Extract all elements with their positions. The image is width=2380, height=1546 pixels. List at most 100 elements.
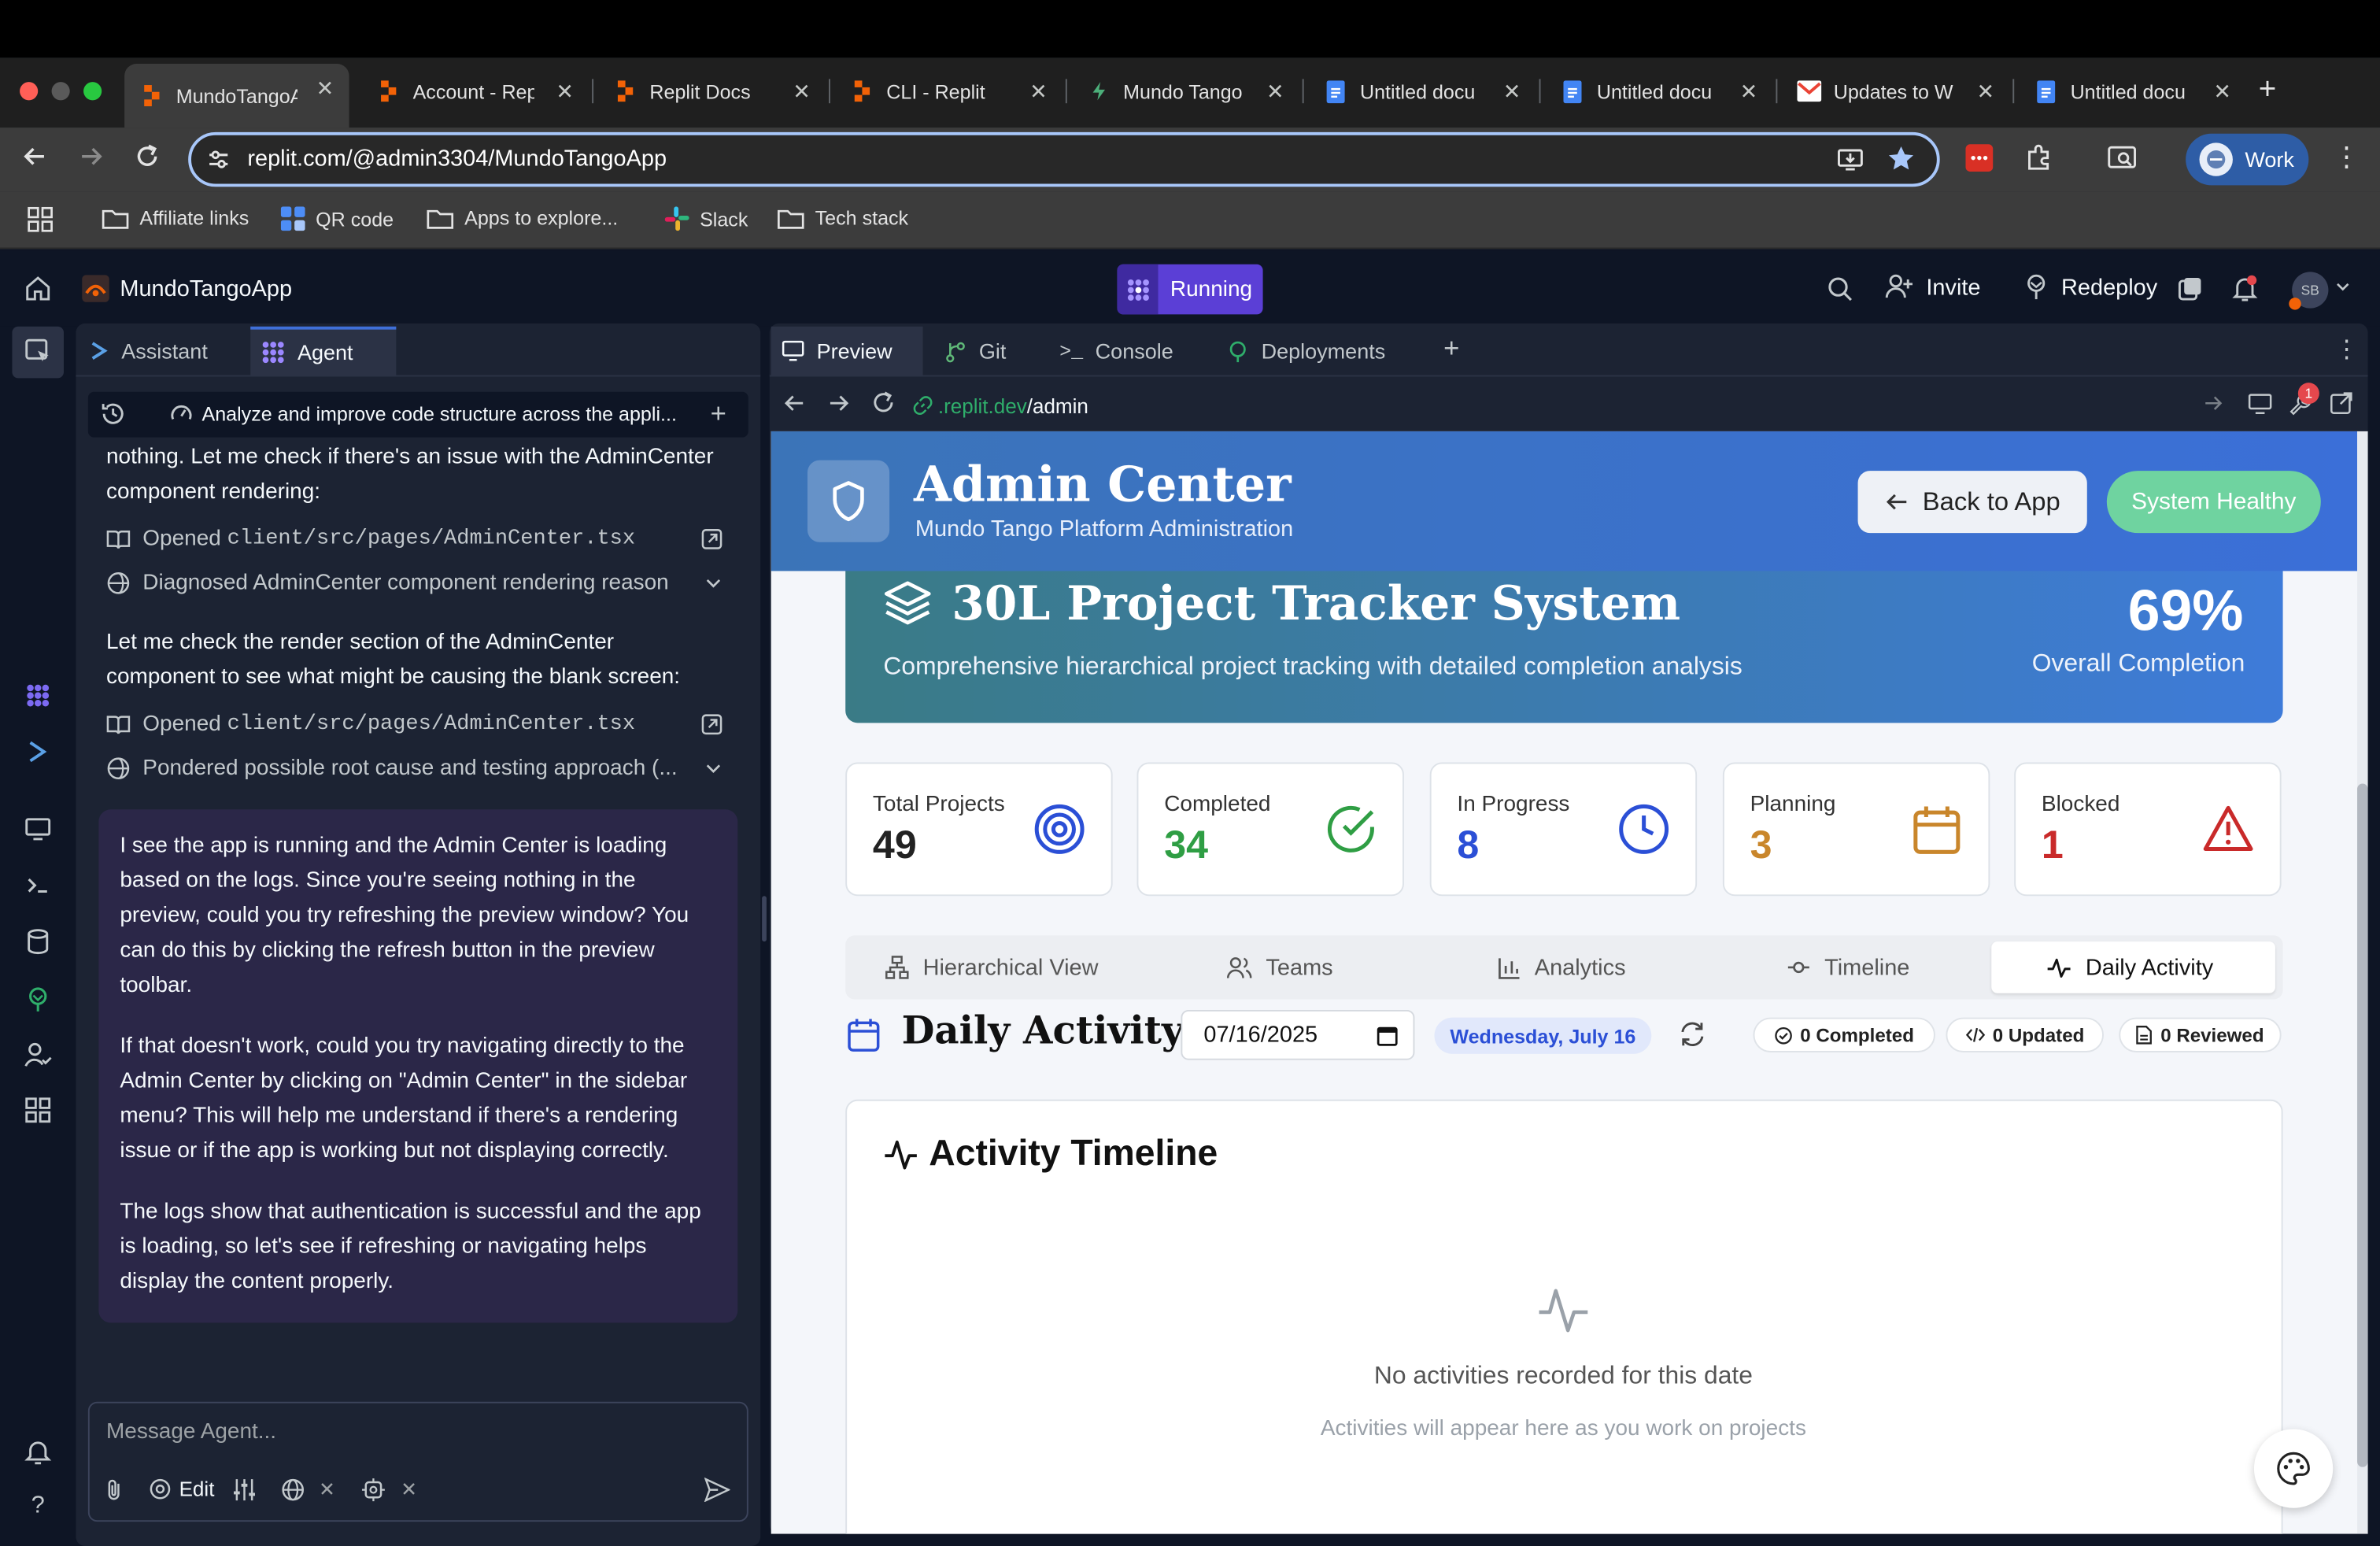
deployments-icon[interactable] bbox=[24, 986, 52, 1013]
redeploy-button[interactable]: Redeploy bbox=[2023, 273, 2157, 301]
chevron-down-icon[interactable] bbox=[706, 579, 721, 588]
tab-teams[interactable]: Teams bbox=[1226, 941, 1333, 993]
open-file-icon[interactable] bbox=[701, 528, 722, 549]
extensions-puzzle-icon[interactable] bbox=[2023, 142, 2054, 173]
tool-step-opened-file[interactable]: Opened client/src/pages/AdminCenter.tsx bbox=[106, 520, 736, 559]
tool-step-diagnosed[interactable]: Diagnosed AdminCenter component renderin… bbox=[106, 564, 736, 603]
sliders-icon[interactable] bbox=[232, 1478, 257, 1502]
files-cursor-icon[interactable] bbox=[24, 337, 52, 364]
chevron-down-icon[interactable] bbox=[2336, 283, 2349, 292]
browser-tab-4[interactable]: Mundo Tango ✕ bbox=[1072, 67, 1299, 116]
tab-git[interactable]: Git bbox=[944, 327, 1006, 375]
chevron-down-icon[interactable] bbox=[706, 764, 721, 773]
tab-hierarchical-view[interactable]: Hierarchical View bbox=[885, 941, 1099, 993]
browser-tab-1[interactable]: Account - Rep ✕ bbox=[361, 67, 589, 116]
all-tools-grid-icon[interactable] bbox=[24, 1097, 52, 1124]
bookmark-slack[interactable]: Slack bbox=[664, 206, 748, 231]
tab-analytics[interactable]: Analytics bbox=[1498, 941, 1626, 993]
pane-resize-handle[interactable] bbox=[762, 896, 767, 942]
message-input[interactable]: Message Agent... bbox=[106, 1420, 276, 1444]
tab-console[interactable]: >_ Console bbox=[1059, 327, 1173, 375]
attach-paperclip-icon[interactable] bbox=[102, 1478, 126, 1502]
theme-palette-button[interactable] bbox=[2253, 1429, 2334, 1508]
user-check-icon[interactable] bbox=[24, 1041, 52, 1069]
preview-refresh-icon[interactable] bbox=[871, 390, 896, 415]
go-arrow-icon[interactable] bbox=[2204, 394, 2223, 413]
browser-tab-3[interactable]: CLI - Replit ✕ bbox=[835, 67, 1062, 116]
search-icon[interactable] bbox=[1828, 276, 1853, 302]
preview-forward-icon[interactable] bbox=[827, 392, 850, 415]
close-tab-icon[interactable]: ✕ bbox=[1503, 79, 1521, 105]
notifications-bell-icon[interactable] bbox=[2231, 275, 2259, 302]
help-icon[interactable]: ? bbox=[24, 1492, 52, 1520]
tab-daily-activity[interactable]: Daily Activity bbox=[2046, 941, 2213, 993]
tab-preview[interactable]: Preview bbox=[771, 326, 923, 375]
close-window-button[interactable] bbox=[20, 82, 39, 101]
tab-assistant[interactable]: Assistant bbox=[88, 327, 208, 375]
site-settings-icon[interactable] bbox=[206, 147, 231, 172]
tab-deployments[interactable]: Deployments bbox=[1226, 327, 1385, 375]
tool-step-pondered[interactable]: Pondered possible root cause and testing… bbox=[106, 749, 736, 788]
close-tab-icon[interactable]: ✕ bbox=[1266, 79, 1284, 105]
tab-agent[interactable]: Agent bbox=[250, 326, 397, 375]
browser-tab-0[interactable]: MundoTangoA ✕ bbox=[124, 64, 349, 128]
agent-grid-icon[interactable] bbox=[24, 682, 52, 709]
send-icon[interactable] bbox=[704, 1478, 730, 1503]
close-tab-icon[interactable]: ✕ bbox=[793, 79, 811, 105]
minimize-window-button[interactable] bbox=[51, 82, 70, 101]
browser-tab-8[interactable]: Untitled docu ✕ bbox=[2019, 67, 2246, 116]
close-tab-icon[interactable]: ✕ bbox=[316, 76, 334, 102]
tool-step-opened-file[interactable]: Opened client/src/pages/AdminCenter.tsx bbox=[106, 705, 736, 744]
reload-icon[interactable] bbox=[134, 142, 161, 170]
browser-menu-icon[interactable]: ⋮ bbox=[2333, 142, 2360, 170]
preview-monitor-icon[interactable] bbox=[24, 816, 52, 843]
copy-window-icon[interactable] bbox=[2178, 276, 2202, 301]
maximize-window-button[interactable] bbox=[83, 82, 102, 101]
close-tab-icon[interactable]: ✕ bbox=[1740, 79, 1758, 105]
bookmark-qr-code[interactable]: QR code bbox=[280, 206, 394, 231]
home-icon[interactable] bbox=[24, 275, 52, 302]
close-tab-icon[interactable]: ✕ bbox=[556, 79, 574, 105]
tab-search-icon[interactable] bbox=[2107, 144, 2138, 172]
history-icon[interactable] bbox=[100, 401, 126, 427]
new-tab-icon[interactable]: + bbox=[2259, 73, 2277, 108]
pane-menu-icon[interactable]: ⋮ bbox=[2334, 334, 2359, 364]
add-tab-plus-icon[interactable]: + bbox=[1443, 333, 1459, 365]
browser-tab-5[interactable]: Untitled docu ✕ bbox=[1308, 67, 1536, 116]
close-tab-icon[interactable]: ✕ bbox=[1977, 79, 1995, 105]
edit-mode-button[interactable]: Edit bbox=[149, 1478, 214, 1500]
date-input[interactable]: 07/16/2025 bbox=[1181, 1009, 1415, 1060]
back-arrow-icon[interactable] bbox=[21, 142, 49, 170]
web-search-icon[interactable] bbox=[281, 1478, 305, 1502]
tab-timeline[interactable]: Timeline bbox=[1787, 941, 1909, 993]
alerts-bell-icon[interactable] bbox=[24, 1438, 52, 1466]
run-status-button[interactable]: Running bbox=[1117, 264, 1263, 315]
calendar-picker-icon[interactable] bbox=[1377, 1024, 1398, 1045]
install-app-icon[interactable] bbox=[1837, 146, 1864, 173]
project-name[interactable]: MundoTangoApp bbox=[120, 276, 292, 302]
database-icon[interactable] bbox=[24, 928, 52, 956]
browser-tab-2[interactable]: Replit Docs ✕ bbox=[598, 67, 826, 116]
close-tab-icon[interactable]: ✕ bbox=[1029, 79, 1048, 105]
preview-url-bar[interactable]: .replit.dev/admin bbox=[912, 390, 2238, 421]
url-text[interactable]: replit.com/@admin3304/MundoTangoApp bbox=[247, 146, 667, 172]
open-new-window-icon[interactable] bbox=[2330, 392, 2352, 415]
back-to-app-button[interactable]: Back to App bbox=[1857, 471, 2087, 534]
assistant-icon[interactable] bbox=[24, 738, 52, 766]
remove-web-search-icon[interactable]: ✕ bbox=[319, 1478, 335, 1502]
close-tab-icon[interactable]: ✕ bbox=[2213, 79, 2231, 105]
remove-thinking-icon[interactable]: ✕ bbox=[401, 1478, 417, 1502]
preview-back-icon[interactable] bbox=[783, 392, 806, 415]
bookmark-apps-to-explore[interactable]: Apps to explore... bbox=[427, 206, 618, 229]
open-file-icon[interactable] bbox=[701, 714, 722, 735]
invite-button[interactable]: Invite bbox=[1885, 273, 1981, 301]
profile-button[interactable]: Work bbox=[2186, 133, 2309, 186]
bookmark-star-icon[interactable] bbox=[1887, 144, 1916, 173]
forward-arrow-icon[interactable] bbox=[77, 142, 105, 170]
scrollbar-thumb[interactable] bbox=[2357, 783, 2368, 1467]
console-icon[interactable] bbox=[24, 871, 52, 899]
apps-grid-icon[interactable] bbox=[28, 206, 54, 232]
new-task-plus-icon[interactable]: + bbox=[711, 398, 726, 430]
devices-icon[interactable] bbox=[2248, 392, 2272, 415]
bookmark-tech-stack[interactable]: Tech stack bbox=[777, 206, 908, 229]
